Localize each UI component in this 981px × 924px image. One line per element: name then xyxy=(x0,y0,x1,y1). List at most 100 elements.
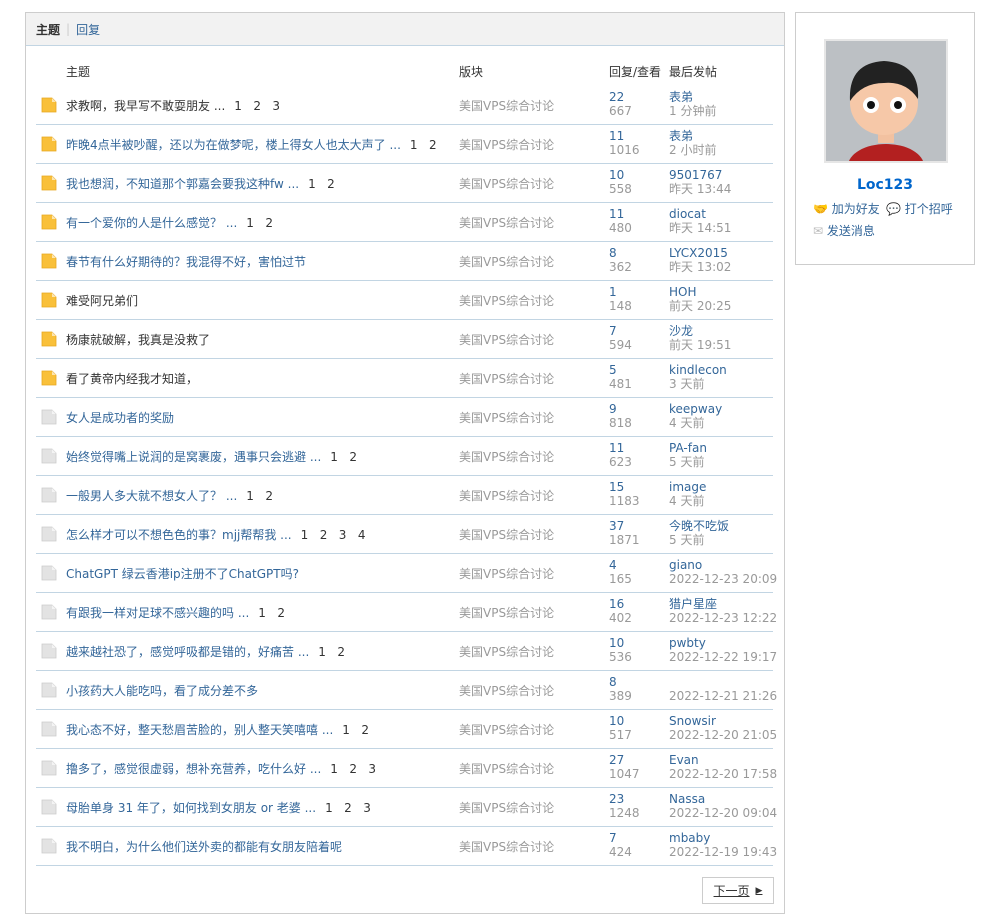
last-post-time[interactable]: 2022-12-23 20:09 xyxy=(669,572,777,586)
avatar[interactable] xyxy=(824,39,948,163)
thread-title-link[interactable]: 一般男人多大就不想女人了？ ... xyxy=(66,489,237,503)
last-poster-link[interactable]: keepway xyxy=(669,402,722,416)
forum-link[interactable]: 美国VPS综合讨论 xyxy=(459,253,554,270)
last-poster-link[interactable]: 今晚不吃饭 xyxy=(669,519,729,533)
forum-link[interactable]: 美国VPS综合讨论 xyxy=(459,214,554,231)
thread-title-link[interactable]: 难受阿兄弟们 xyxy=(66,294,138,308)
page-links[interactable]: 1 2 xyxy=(246,216,273,230)
last-post-time[interactable]: 2022-12-21 21:26 xyxy=(669,689,777,703)
thread-title-link[interactable]: 始终觉得嘴上说润的是窝裹废，遇事只会逃避 ... xyxy=(66,450,321,464)
page-links[interactable]: 1 2 xyxy=(330,450,357,464)
last-post-time[interactable]: 2 小时前 xyxy=(669,143,716,157)
send-message-link[interactable]: ✉ 发送消息 xyxy=(813,222,875,239)
last-poster-link[interactable]: diocat xyxy=(669,207,731,221)
last-post-time[interactable]: 昨天 13:02 xyxy=(669,260,731,274)
last-poster-link[interactable]: 表弟 xyxy=(669,129,716,143)
tab-replies[interactable]: 回复 xyxy=(76,21,100,38)
last-poster-link[interactable]: Nassa xyxy=(669,792,777,806)
forum-link[interactable]: 美国VPS综合讨论 xyxy=(459,526,554,543)
page-links[interactable]: 1 2 xyxy=(410,138,437,152)
thread-title-link[interactable]: 春节有什么好期待的？我混得不好，害怕过节 xyxy=(66,255,306,269)
last-post-time[interactable]: 3 天前 xyxy=(669,377,727,391)
last-post-time[interactable]: 昨天 13:44 xyxy=(669,182,731,196)
page-links[interactable]: 1 2 3 xyxy=(325,801,371,815)
thread-title-link[interactable]: 求教啊，我早写不敢耍朋友 ... xyxy=(66,99,225,113)
forum-link[interactable]: 美国VPS综合讨论 xyxy=(459,409,554,426)
thread-title-link[interactable]: 小孩药大人能吃吗，看了成分差不多 xyxy=(66,684,258,698)
page-links[interactable]: 1 2 xyxy=(318,645,345,659)
last-poster-link[interactable]: mbaby xyxy=(669,831,777,845)
page-links[interactable]: 1 2 3 4 xyxy=(301,528,366,542)
thread-title-link[interactable]: 母胎单身 31 年了，如何找到女朋友 or 老婆 ... xyxy=(66,801,316,815)
forum-link[interactable]: 美国VPS综合讨论 xyxy=(459,721,554,738)
last-post-time[interactable]: 前天 19:51 xyxy=(669,338,731,352)
forum-link[interactable]: 美国VPS综合讨论 xyxy=(459,604,554,621)
last-post-time[interactable]: 2022-12-20 17:58 xyxy=(669,767,777,781)
forum-link[interactable]: 美国VPS综合讨论 xyxy=(459,448,554,465)
page-links[interactable]: 1 2 xyxy=(308,177,335,191)
forum-link[interactable]: 美国VPS综合讨论 xyxy=(459,97,554,114)
thread-title-link[interactable]: 我心态不好，整天愁眉苦脸的，别人整天笑嘻嘻 ... xyxy=(66,723,333,737)
page-links[interactable]: 1 2 xyxy=(342,723,369,737)
last-poster-link[interactable]: image xyxy=(669,480,706,494)
forum-link[interactable]: 美国VPS综合讨论 xyxy=(459,136,554,153)
thread-title-link[interactable]: 看了黄帝内经我才知道， xyxy=(66,372,198,386)
last-poster-link[interactable]: 猎户星座 xyxy=(669,597,777,611)
last-poster-link[interactable]: 表弟 xyxy=(669,90,716,104)
thread-title-link[interactable]: ChatGPT 绿云香港ip注册不了ChatGPT吗? xyxy=(66,567,299,581)
page-links[interactable]: 1 2 3 xyxy=(330,762,376,776)
last-poster-link[interactable]: pwbty xyxy=(669,636,777,650)
forum-link[interactable]: 美国VPS综合讨论 xyxy=(459,292,554,309)
last-post-time[interactable]: 2022-12-20 21:05 xyxy=(669,728,777,742)
forum-link[interactable]: 美国VPS综合讨论 xyxy=(459,760,554,777)
last-poster-link[interactable]: kindlecon xyxy=(669,363,727,377)
last-post-time[interactable]: 5 天前 xyxy=(669,533,729,547)
thread-title-link[interactable]: 有跟我一样对足球不感兴趣的吗 ... xyxy=(66,606,249,620)
forum-link[interactable]: 美国VPS综合讨论 xyxy=(459,838,554,855)
forum-link[interactable]: 美国VPS综合讨论 xyxy=(459,643,554,660)
forum-link[interactable]: 美国VPS综合讨论 xyxy=(459,175,554,192)
last-post-time[interactable]: 4 天前 xyxy=(669,416,722,430)
page-links[interactable]: 1 2 xyxy=(258,606,285,620)
thread-title-link[interactable]: 杨康就破解，我真是没救了 xyxy=(66,333,210,347)
forum-link[interactable]: 美国VPS综合讨论 xyxy=(459,487,554,504)
next-page-button[interactable]: 下一页 ▶ xyxy=(702,877,774,904)
username-link[interactable]: Loc123 xyxy=(796,177,974,193)
last-post-time[interactable]: 2022-12-20 09:04 xyxy=(669,806,777,820)
thread-title-link[interactable]: 我也想润，不知道那个郭嘉会要我这种fw ... xyxy=(66,177,299,191)
last-post-time[interactable]: 2022-12-19 19:43 xyxy=(669,845,777,859)
forum-link[interactable]: 美国VPS综合讨论 xyxy=(459,799,554,816)
last-post-time[interactable]: 4 天前 xyxy=(669,494,706,508)
last-post-time[interactable]: 2022-12-23 12:22 xyxy=(669,611,777,625)
thread-title-link[interactable]: 越来越社恐了，感觉呼吸都是错的，好痛苦 ... xyxy=(66,645,309,659)
page-links[interactable]: 1 2 xyxy=(246,489,273,503)
last-post-time[interactable]: 昨天 14:51 xyxy=(669,221,731,235)
tab-topics[interactable]: 主题 xyxy=(36,21,60,38)
thread-title-link[interactable]: 我不明白，为什么他们送外卖的都能有女朋友陪着呢 xyxy=(66,840,342,854)
last-poster-link[interactable]: 沙龙 xyxy=(669,324,731,338)
last-post-time[interactable]: 2022-12-22 19:17 xyxy=(669,650,777,664)
last-poster-link[interactable]: Evan xyxy=(669,753,777,767)
forum-link[interactable]: 美国VPS综合讨论 xyxy=(459,331,554,348)
greet-link[interactable]: 💬 打个招呼 xyxy=(886,200,953,217)
last-poster-link[interactable]: LYCX2015 xyxy=(669,246,731,260)
last-post-time[interactable]: 1 分钟前 xyxy=(669,104,716,118)
add-friend-link[interactable]: 🤝 加为好友 xyxy=(813,200,880,217)
thread-title-link[interactable]: 撸多了，感觉很虚弱，想补充营养，吃什么好 ... xyxy=(66,762,321,776)
thread-title-link[interactable]: 昨晚4点半被吵醒，还以为在做梦呢，楼上得女人也太大声了 ... xyxy=(66,138,401,152)
last-poster-link[interactable]: HOH xyxy=(669,285,731,299)
forum-link[interactable]: 美国VPS综合讨论 xyxy=(459,370,554,387)
last-poster-link[interactable]: 9501767 xyxy=(669,168,731,182)
last-post-time[interactable]: 5 天前 xyxy=(669,455,707,469)
thread-title-link[interactable]: 有一个爱你的人是什么感觉？ ... xyxy=(66,216,237,230)
last-poster-link[interactable]: PA-fan xyxy=(669,441,707,455)
last-post-time[interactable]: 前天 20:25 xyxy=(669,299,731,313)
thread-title-link[interactable]: 女人是成功者的奖励 xyxy=(66,411,174,425)
page-links[interactable]: 1 2 3 xyxy=(234,99,280,113)
last-poster-link[interactable] xyxy=(669,675,777,689)
last-poster-link[interactable]: Snowsir xyxy=(669,714,777,728)
last-poster-link[interactable]: giano xyxy=(669,558,777,572)
forum-link[interactable]: 美国VPS综合讨论 xyxy=(459,682,554,699)
forum-link[interactable]: 美国VPS综合讨论 xyxy=(459,565,554,582)
thread-title-link[interactable]: 怎么样才可以不想色色的事？mjj帮帮我 ... xyxy=(66,528,292,542)
